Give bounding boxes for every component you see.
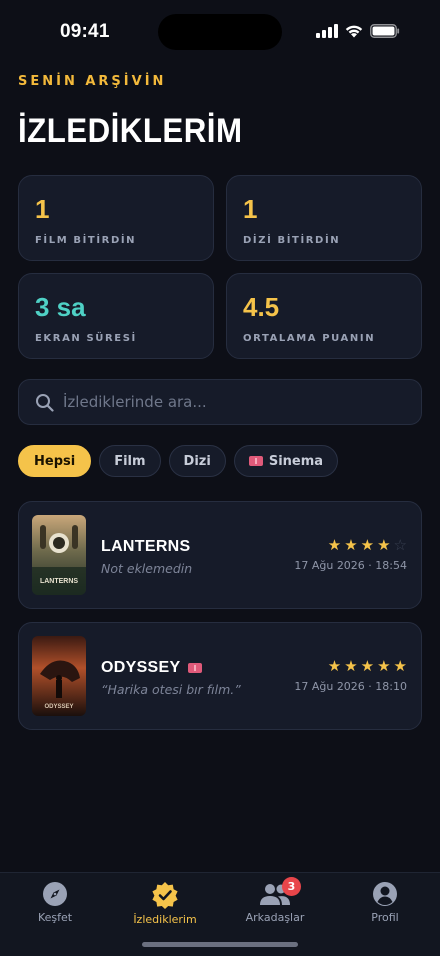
poster-title: LANTERNS	[40, 578, 78, 585]
entry-note: Not eklemedin	[101, 561, 193, 576]
chip-label: Dizi	[183, 453, 211, 469]
tab-explore[interactable]: Keşfet	[0, 881, 110, 924]
tab-profile[interactable]: Profil	[330, 881, 440, 924]
star-empty-icon: ☆	[393, 536, 407, 554]
star-icon: ★	[344, 657, 358, 675]
rating-stars: ★ ★ ★ ★ ☆	[328, 538, 407, 553]
poster-title: ODYSSEY	[44, 704, 73, 710]
stat-card-average-rating: 4.5 ORTALAMA PUANIN	[226, 273, 422, 359]
entry-title-text: ODYSSEY	[101, 659, 181, 676]
stat-card-screen-time: 3 sa EKRAN SÜRESİ	[18, 273, 214, 359]
watched-entry[interactable]: LANTERNS LANTERNS Not eklemedin ★ ★ ★ ★ …	[18, 501, 422, 609]
tab-label: Arkadaşlar	[245, 911, 305, 924]
stat-value: 1	[243, 194, 258, 224]
chip-label: Sinema	[268, 453, 324, 469]
stat-card-films: 1 FİLM BİTİRDİN	[18, 175, 214, 261]
home-indicator	[142, 942, 298, 947]
watched-entry[interactable]: ODYSSEY ODYSSEY “Harika otesi bır fılm.”…	[18, 622, 422, 730]
tab-watched[interactable]: İzlediklerim	[110, 881, 220, 926]
stat-value: 4.5	[243, 292, 280, 322]
filter-chip-film[interactable]: Film	[99, 445, 161, 477]
ticket-icon	[188, 663, 203, 673]
status-time: 09:41	[60, 21, 110, 42]
filter-chip-cinema[interactable]: Sinema	[233, 445, 339, 477]
star-icon: ★	[360, 657, 375, 675]
profile-icon	[373, 882, 397, 906]
star-icon: ★	[393, 657, 407, 675]
star-icon: ★	[377, 657, 391, 675]
status-icons	[316, 24, 400, 38]
rating-stars: ★ ★ ★ ★ ★	[328, 659, 407, 674]
poster-image: ODYSSEY	[32, 636, 86, 716]
filter-chip-series[interactable]: Dizi	[168, 445, 226, 477]
stat-label: FİLM BİTİRDİN	[35, 235, 137, 246]
tab-label: Keşfet	[37, 911, 73, 924]
stat-label: ORTALAMA PUANIN	[243, 333, 376, 344]
star-icon: ★	[377, 536, 391, 554]
filter-chips: Hepsi Film Dizi Sinema	[18, 445, 339, 477]
chip-label: Film	[114, 453, 146, 469]
stat-card-series: 1 DİZİ BİTİRDİN	[226, 175, 422, 261]
entry-date: 17 Ağu 2026 · 18:10	[294, 680, 407, 693]
stat-label: EKRAN SÜRESİ	[35, 333, 137, 344]
battery-icon	[370, 24, 400, 38]
check-badge-icon	[152, 882, 178, 909]
tab-label: İzlediklerim	[133, 913, 197, 926]
stat-value: 3 sa	[35, 292, 86, 322]
star-icon: ★	[344, 536, 358, 554]
entry-title: LANTERNS	[101, 538, 191, 556]
search-input[interactable]	[63, 380, 403, 424]
stat-label: DİZİ BİTİRDİN	[243, 235, 341, 246]
page-title: İZLEDİKLERİM	[18, 112, 243, 150]
signal-icon	[316, 24, 338, 38]
entry-title: ODYSSEY	[101, 659, 203, 677]
entry-date: 17 Ağu 2026 · 18:54	[294, 559, 407, 572]
ticket-icon	[248, 456, 263, 466]
filter-chip-all[interactable]: Hepsi	[18, 445, 92, 477]
star-icon: ★	[327, 657, 342, 675]
chip-label: Hepsi	[34, 453, 76, 469]
search-icon	[36, 394, 54, 412]
status-bar: 09:41	[0, 0, 440, 64]
entry-title-text: LANTERNS	[101, 538, 191, 555]
notification-badge: 3	[282, 877, 301, 896]
dynamic-island	[158, 14, 282, 50]
search-bar[interactable]	[18, 379, 422, 425]
star-icon: ★	[327, 536, 342, 554]
entry-note: “Harika otesi bır fılm.”	[101, 682, 241, 697]
compass-icon	[43, 882, 67, 906]
star-icon: ★	[360, 536, 375, 554]
tab-friends[interactable]: 3 Arkadaşlar	[220, 877, 330, 924]
stat-value: 1	[35, 194, 50, 224]
wifi-icon	[345, 25, 363, 38]
poster-image: LANTERNS	[32, 515, 86, 595]
section-eyebrow: SENİN ARŞİVİN	[18, 74, 167, 89]
tab-label: Profil	[371, 911, 399, 924]
